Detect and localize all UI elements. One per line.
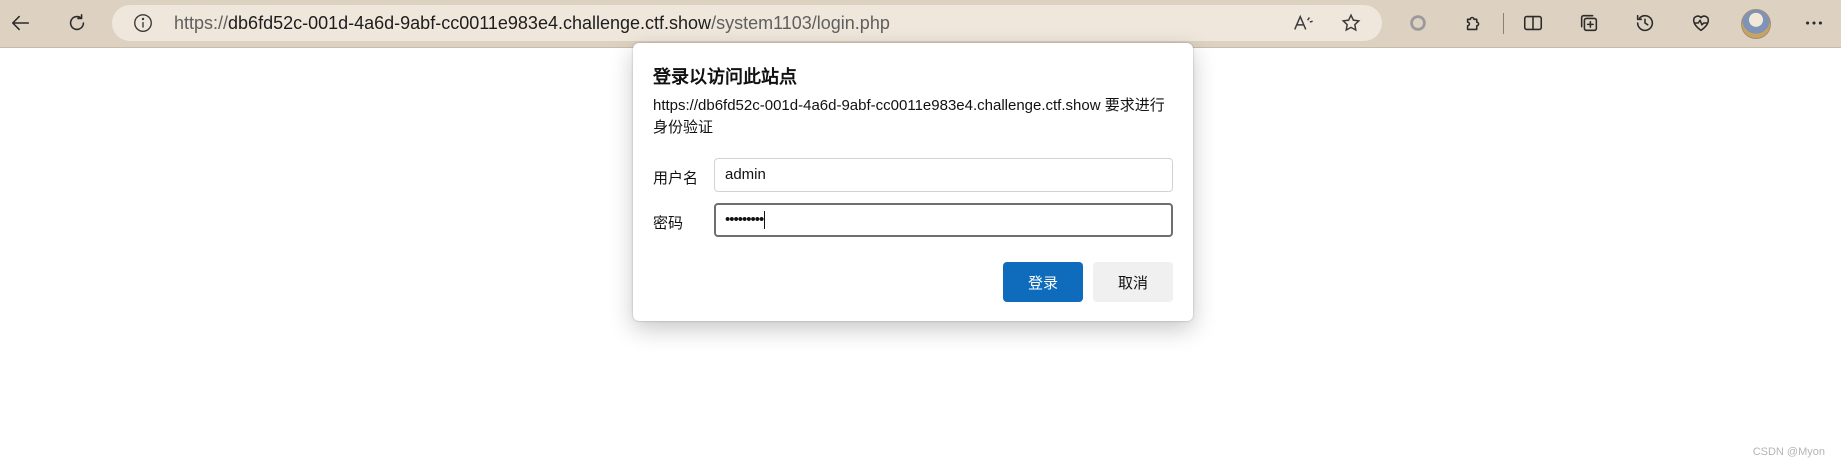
dialog-message: https://db6fd52c-001d-4a6d-9abf-cc0011e9… <box>653 97 1165 136</box>
login-button[interactable]: 登录 <box>1003 262 1083 302</box>
password-label: 密码 <box>653 214 684 232</box>
url-path: /system1103/login.php <box>711 13 890 33</box>
history-button[interactable] <box>1628 6 1662 40</box>
extensions-button[interactable] <box>1457 6 1491 40</box>
star-icon[interactable] <box>1338 10 1364 36</box>
cancel-button[interactable]: 取消 <box>1093 262 1173 302</box>
more-menu-button[interactable] <box>1797 6 1831 40</box>
toolbar-divider <box>1503 13 1504 34</box>
reload-button[interactable] <box>60 6 94 40</box>
dialog-title: 登录以访问此站点 <box>653 67 797 88</box>
puzzle-icon <box>1466 16 1480 31</box>
split-screen-button[interactable] <box>1516 6 1550 40</box>
text-caret <box>764 211 766 230</box>
performance-button[interactable] <box>1684 6 1718 40</box>
password-mask: ••••••••• <box>725 211 764 228</box>
extension-circle-icon <box>1410 15 1426 31</box>
read-aloud-icon[interactable] <box>1290 10 1316 36</box>
collections-button[interactable] <box>1572 6 1606 40</box>
watermark: CSDN @Myon⁠⁠ <box>1752 446 1825 458</box>
password-field[interactable]: ••••••••• <box>714 203 1173 237</box>
collections-icon <box>1580 14 1598 32</box>
browser-toolbar: https://db6fd52c-001d-4a6d-9abf-cc0011e9… <box>0 0 1841 48</box>
extension-circle-button[interactable] <box>1401 6 1435 40</box>
auth-dialog: 登录以访问此站点 https://db6fd52c-001d-4a6d-9abf… <box>633 43 1193 321</box>
username-value: admin <box>725 166 766 183</box>
username-label: 用户名 <box>653 169 699 187</box>
url-scheme: https:// <box>174 13 229 33</box>
back-arrow-icon <box>11 15 30 31</box>
avatar[interactable] <box>1741 9 1771 39</box>
reload-icon <box>69 13 85 31</box>
more-icon <box>1806 21 1822 25</box>
address-bar[interactable]: https://db6fd52c-001d-4a6d-9abf-cc0011e9… <box>112 5 1382 41</box>
url-host: db6fd52c-001d-4a6d-9abf-cc0011e983e4.cha… <box>228 13 712 33</box>
split-screen-icon <box>1523 15 1543 31</box>
history-icon <box>1636 14 1654 32</box>
username-field[interactable]: admin <box>714 158 1173 192</box>
info-icon[interactable] <box>132 12 154 34</box>
back-button[interactable] <box>4 6 38 40</box>
url-text[interactable]: https://db6fd52c-001d-4a6d-9abf-cc0011e9… <box>174 13 890 33</box>
heartbeat-icon <box>1692 15 1710 32</box>
